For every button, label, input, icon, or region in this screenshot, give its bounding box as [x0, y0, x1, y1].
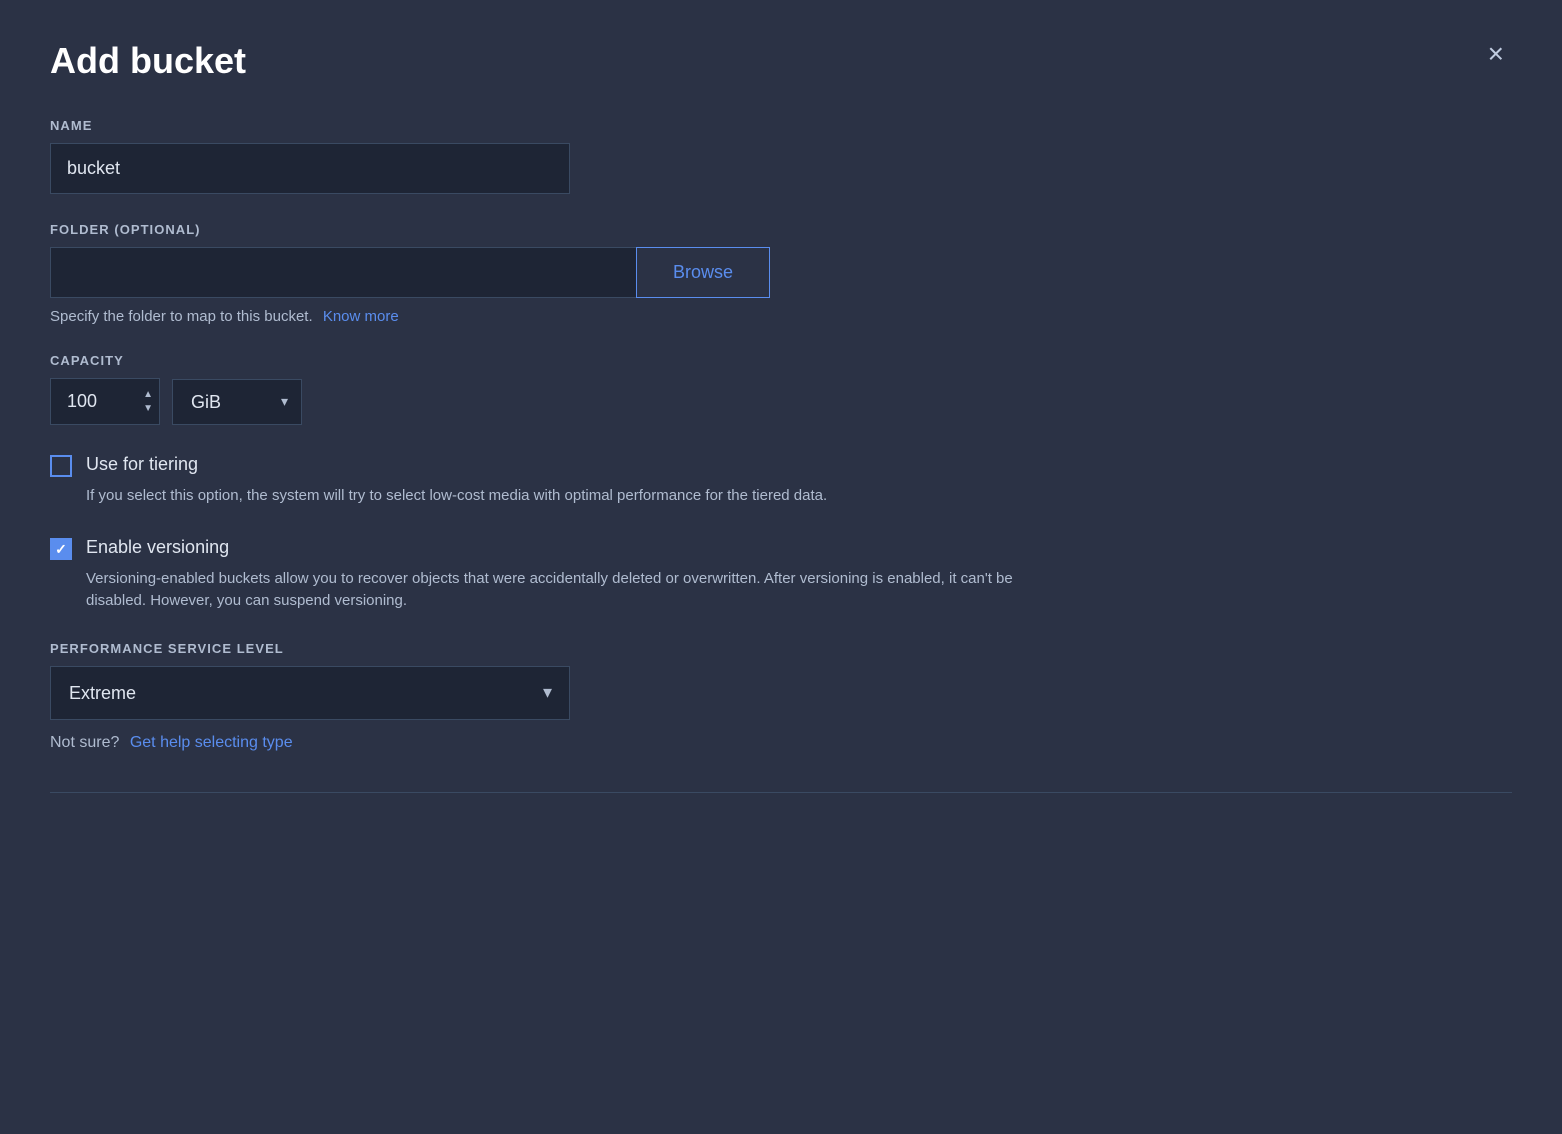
capacity-field-group: CAPACITY ▲ ▼ GiB TiB MiB ▾	[50, 353, 1512, 425]
unit-select-wrap: GiB TiB MiB ▾	[172, 379, 302, 425]
name-label: NAME	[50, 118, 1512, 133]
browse-button[interactable]: Browse	[636, 247, 770, 298]
capacity-spinner-wrap: ▲ ▼	[50, 378, 160, 425]
folder-label: FOLDER (OPTIONAL)	[50, 222, 1512, 237]
versioning-checkbox-row: Enable versioning	[50, 536, 1512, 560]
capacity-label: CAPACITY	[50, 353, 1512, 368]
versioning-checkbox[interactable]	[50, 538, 72, 560]
close-button[interactable]: ×	[1480, 36, 1512, 72]
tiering-checkbox-row: Use for tiering	[50, 453, 1512, 477]
spinner-up-button[interactable]: ▲	[140, 389, 156, 401]
folder-hint: Specify the folder to map to this bucket…	[50, 308, 1512, 325]
spinner-down-button[interactable]: ▼	[140, 403, 156, 415]
unit-select[interactable]: GiB TiB MiB	[172, 379, 302, 425]
bottom-divider	[50, 792, 1512, 793]
name-field-group: NAME	[50, 118, 1512, 194]
folder-row: Browse	[50, 247, 770, 298]
not-sure-text: Not sure?	[50, 734, 119, 751]
get-help-link[interactable]: Get help selecting type	[130, 734, 293, 751]
performance-select[interactable]: Extreme Performance Standard Basic	[50, 666, 570, 720]
tiering-description: If you select this option, the system wi…	[86, 485, 1046, 508]
versioning-field-group: Enable versioning Versioning-enabled buc…	[50, 536, 1512, 613]
tiering-checkbox-label: Use for tiering	[86, 453, 198, 476]
folder-input[interactable]	[50, 247, 636, 298]
add-bucket-dialog: Add bucket × NAME FOLDER (OPTIONAL) Brow…	[0, 0, 1562, 1134]
versioning-checkbox-label: Enable versioning	[86, 536, 229, 559]
performance-select-wrap: Extreme Performance Standard Basic ▾	[50, 666, 570, 720]
versioning-description: Versioning-enabled buckets allow you to …	[86, 568, 1046, 613]
dialog-title: Add bucket	[50, 40, 1512, 82]
folder-field-group: FOLDER (OPTIONAL) Browse Specify the fol…	[50, 222, 1512, 325]
not-sure-row: Not sure? Get help selecting type	[50, 734, 1512, 752]
know-more-link[interactable]: Know more	[323, 308, 399, 325]
name-input[interactable]	[50, 143, 570, 194]
tiering-field-group: Use for tiering If you select this optio…	[50, 453, 1512, 508]
spinner-arrows: ▲ ▼	[140, 389, 156, 415]
performance-field-group: PERFORMANCE SERVICE LEVEL Extreme Perfor…	[50, 641, 1512, 752]
performance-label: PERFORMANCE SERVICE LEVEL	[50, 641, 1512, 656]
tiering-checkbox[interactable]	[50, 455, 72, 477]
capacity-row: ▲ ▼ GiB TiB MiB ▾	[50, 378, 1512, 425]
